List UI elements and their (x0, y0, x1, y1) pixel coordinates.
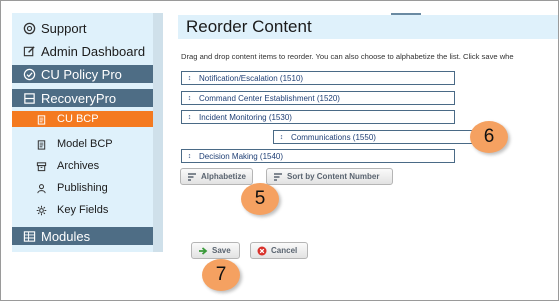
sidebar-item-label: Archives (57, 160, 100, 172)
sidebar-item-publishing[interactable]: Publishing (12, 178, 153, 198)
callout-badge: 6 (470, 121, 508, 153)
sidebar-item-label: CU BCP (57, 113, 99, 125)
content-item-dragging[interactable]: ↕ Communications (1550) (273, 130, 499, 144)
archive-icon (36, 161, 47, 172)
content-item[interactable]: ↕ Decision Making (1540) (181, 149, 455, 163)
sidebar-item-model-bcp[interactable]: Model BCP (12, 134, 153, 154)
content-item[interactable]: ↕ Incident Monitoring (1530) (181, 110, 455, 124)
support-icon (22, 21, 36, 35)
sidebar-item-cu-bcp[interactable]: CU BCP (12, 111, 153, 127)
instructions-text: Drag and drop content items to reorder. … (181, 52, 514, 61)
clipboard-icon (36, 114, 47, 125)
gear-icon (36, 205, 47, 216)
sort-by-content-number-button[interactable]: Sort by Content Number (266, 168, 393, 185)
drag-handle-icon[interactable]: ↕ (185, 75, 194, 82)
sidebar-item-label: Publishing (57, 182, 108, 194)
save-button[interactable]: Save (191, 242, 240, 259)
sort-by-content-number-label: Sort by Content Number (287, 172, 380, 181)
page-title: Reorder Content (178, 15, 558, 39)
content-item-label: Communications (1550) (291, 132, 376, 142)
table-icon (22, 229, 36, 243)
sidebar-item-archives[interactable]: Archives (12, 156, 153, 176)
sidebar-divider (153, 13, 163, 252)
sidebar-item-label: RecoveryPro (41, 90, 117, 106)
drag-handle-icon[interactable]: ↕ (185, 95, 194, 102)
content-item-label: Decision Making (1540) (199, 151, 284, 161)
sidebar: Support Admin Dashboard CU Policy Pro Re… (12, 13, 163, 252)
alphabetize-button[interactable]: Alphabetize (180, 168, 253, 185)
sidebar-item-key-fields[interactable]: Key Fields (12, 200, 153, 220)
sidebar-item-label: Key Fields (57, 204, 109, 216)
save-label: Save (212, 246, 231, 255)
cancel-label: Cancel (271, 246, 298, 255)
check-circle-icon (22, 67, 36, 81)
drag-handle-icon[interactable]: ↕ (185, 153, 194, 160)
sidebar-item-recoverypro[interactable]: RecoveryPro (12, 89, 153, 107)
content-item-label: Notification/Escalation (1510) (199, 73, 304, 83)
drag-handle-icon[interactable]: ↕ (185, 114, 194, 121)
content-item[interactable]: ↕ Command Center Establishment (1520) (181, 91, 455, 105)
clipboard-icon (36, 139, 47, 150)
edit-icon (22, 44, 36, 58)
layers-icon (22, 91, 36, 105)
app-frame: Support Admin Dashboard CU Policy Pro Re… (0, 0, 559, 301)
sidebar-item-label: Admin Dashboard (41, 43, 146, 59)
sidebar-item-label: Modules (41, 228, 91, 244)
callout-badge: 5 (241, 183, 279, 215)
sort-number-icon (273, 172, 283, 182)
sidebar-item-admin-dashboard[interactable]: Admin Dashboard (12, 40, 153, 62)
content-item-label: Incident Monitoring (1530) (199, 112, 292, 122)
alphabetize-label: Alphabetize (201, 172, 246, 181)
sidebar-item-support[interactable]: Support (12, 17, 153, 39)
drag-handle-icon[interactable]: ↕ (277, 134, 286, 141)
users-icon (36, 183, 47, 194)
sidebar-item-label: Support (41, 20, 87, 36)
sort-alpha-icon (187, 172, 197, 182)
sidebar-item-label: Model BCP (57, 138, 113, 150)
content-item-label: Command Center Establishment (1520) (199, 93, 340, 103)
content-item[interactable]: ↕ Notification/Escalation (1510) (181, 71, 455, 85)
cancel-button[interactable]: Cancel (250, 242, 308, 259)
sidebar-item-modules[interactable]: Modules (12, 227, 153, 245)
callout-badge: 7 (202, 259, 240, 291)
sidebar-item-label: CU Policy Pro (41, 66, 122, 82)
cancel-icon (257, 246, 267, 256)
save-arrow-icon (198, 246, 208, 256)
sidebar-item-cu-policy-pro[interactable]: CU Policy Pro (12, 65, 153, 83)
